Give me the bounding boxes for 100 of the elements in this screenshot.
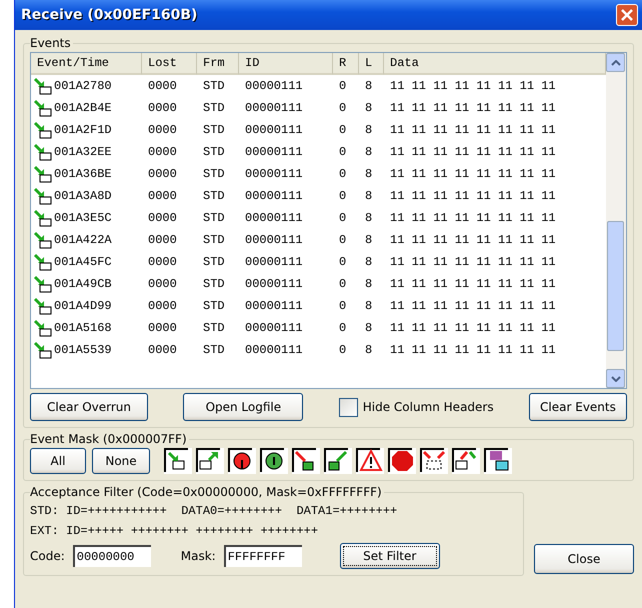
table-cell-text: 8 xyxy=(364,299,374,313)
table-cell-text: 00000111 xyxy=(244,189,304,203)
arrow-in-icon[interactable] xyxy=(164,448,192,474)
warning-icon[interactable] xyxy=(356,448,384,474)
crossed-arrows-icon[interactable] xyxy=(420,448,448,474)
none-button[interactable]: None xyxy=(92,448,150,474)
table-cell-text: 0 xyxy=(338,101,348,115)
field-label: Mask: xyxy=(180,549,216,563)
column-header[interactable]: R xyxy=(333,53,359,75)
table-cell-text: 8 xyxy=(364,233,374,247)
checkbox[interactable] xyxy=(338,398,358,416)
table-cell-text: STD xyxy=(202,255,226,269)
table-cell-text: STD xyxy=(202,189,226,203)
group-label: Acceptance Filter (Code=0x00000000, Mask=0xFFFFFFFF) xyxy=(30,485,383,499)
table-cell-text: STD xyxy=(202,211,226,225)
table-cell-text: 00000111 xyxy=(244,145,304,159)
code-field[interactable]: 00000000 xyxy=(72,545,151,567)
column-header[interactable]: Event/Time xyxy=(31,53,142,75)
two-arrows-icon[interactable] xyxy=(452,448,480,474)
arrow-box-icon xyxy=(33,297,53,315)
table-cell-text: 0 xyxy=(338,299,348,313)
knob-icon[interactable] xyxy=(228,448,256,474)
arrow-box-icon xyxy=(33,143,53,161)
scrollbar[interactable] xyxy=(606,53,626,388)
stop-icon[interactable] xyxy=(388,448,416,474)
table-cell-text: 8 xyxy=(364,123,374,137)
table-cell-text: 00000111 xyxy=(244,211,304,225)
table-cell-text: 0000 xyxy=(147,277,178,291)
arrow-out-icon[interactable] xyxy=(196,448,224,474)
column-header[interactable]: Lost xyxy=(142,53,197,75)
table-cell-text: 0000 xyxy=(147,79,178,93)
table-cell-text: 0 xyxy=(338,321,348,335)
table-cell-text: 11 11 11 11 11 11 11 11 xyxy=(389,343,557,357)
arrow-to-box-icon[interactable] xyxy=(292,448,320,474)
arrow-box-icon xyxy=(33,319,53,337)
table-cell-text: 0000 xyxy=(147,321,178,335)
close-icon[interactable] xyxy=(616,4,638,26)
table-cell-text: 11 11 11 11 11 11 11 11 xyxy=(389,189,557,203)
table-cell-text: 8 xyxy=(364,189,374,203)
close-button[interactable]: Close xyxy=(534,544,634,574)
arrow-box-icon xyxy=(33,253,53,271)
table-cell-text: STD xyxy=(202,167,226,181)
table-cell-text: 8 xyxy=(364,79,374,93)
table-cell: 001A5168 xyxy=(54,321,112,335)
column-header[interactable]: ID xyxy=(239,53,333,75)
arrow-box-icon xyxy=(33,77,53,95)
table-cell-text: STD xyxy=(202,123,226,137)
table-cell: 001A45FC xyxy=(54,255,112,269)
table-cell-text: 0 xyxy=(338,211,348,225)
table-cell: 001A3E5C xyxy=(54,211,112,225)
table-cell-text: 0000 xyxy=(147,189,178,203)
table-cell-text: STD xyxy=(202,101,226,115)
table-cell: 001A5539 xyxy=(54,343,112,357)
mask-field[interactable]: FFFFFFFF xyxy=(224,545,302,567)
clear-events-button[interactable]: Clear Events xyxy=(528,393,627,421)
column-header[interactable]: L xyxy=(359,53,384,75)
table-cell-text: 8 xyxy=(364,255,374,269)
table-cell-text: 0000 xyxy=(147,211,178,225)
scroll-down-icon[interactable] xyxy=(606,369,625,388)
table-cell-text: 00000111 xyxy=(244,255,304,269)
table-cell-text: STD xyxy=(202,343,226,357)
table-cell-text: 00000111 xyxy=(244,167,304,181)
table-cell-text: 00000111 xyxy=(244,79,304,93)
table-cell-text: 0 xyxy=(338,255,348,269)
set-filter-button[interactable]: Set Filter xyxy=(340,543,440,569)
table-cell: 001A3A8D xyxy=(54,189,112,203)
table-cell-text: 00000111 xyxy=(244,277,304,291)
table-cell-text: 0 xyxy=(338,123,348,137)
table-cell: 001A2B4E xyxy=(54,101,112,115)
table-cell-text: 0 xyxy=(338,167,348,181)
table-cell-text: 11 11 11 11 11 11 11 11 xyxy=(389,321,557,335)
open-logfile-button[interactable]: Open Logfile xyxy=(183,393,304,421)
table-cell-text: STD xyxy=(202,277,226,291)
checkbox-label[interactable]: Hide Column Headers xyxy=(362,400,494,414)
dial-icon[interactable] xyxy=(260,448,288,474)
table-cell: 001A32EE xyxy=(54,145,112,159)
table-cell-text: 8 xyxy=(364,343,374,357)
table-cell-text: 0000 xyxy=(147,343,178,357)
arrow-box-icon xyxy=(33,187,53,205)
table-cell-text: 0000 xyxy=(147,255,178,269)
scroll-thumb[interactable] xyxy=(607,221,624,351)
table-cell-text: 8 xyxy=(364,167,374,181)
arrow-box-icon xyxy=(33,121,53,139)
table-cell-text: 00000111 xyxy=(244,123,304,137)
windows-icon[interactable] xyxy=(484,448,512,474)
field-label: Code: xyxy=(30,549,65,563)
table-cell-text: 0 xyxy=(338,233,348,247)
table-cell-text: 8 xyxy=(364,277,374,291)
table-cell-text: 0 xyxy=(338,189,348,203)
scroll-up-icon[interactable] xyxy=(606,53,625,72)
column-header[interactable]: Frm xyxy=(197,53,239,75)
arrow-from-box-icon[interactable] xyxy=(324,448,352,474)
column-header[interactable]: Data xyxy=(384,53,606,75)
all-button[interactable]: All xyxy=(30,448,86,474)
table-cell: 001A422A xyxy=(54,233,112,247)
table-cell-text: STD xyxy=(202,233,226,247)
clear-overrun-button[interactable]: Clear Overrun xyxy=(30,393,148,421)
table-cell-text: 0000 xyxy=(147,167,178,181)
arrow-box-icon xyxy=(33,275,53,293)
table-cell-text: 11 11 11 11 11 11 11 11 xyxy=(389,145,557,159)
